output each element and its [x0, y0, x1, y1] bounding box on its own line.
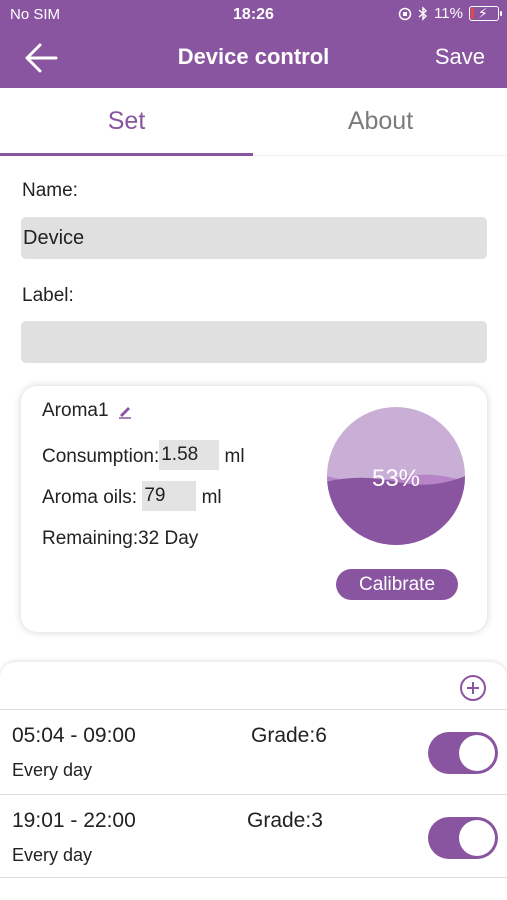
- bluetooth-icon: [418, 6, 428, 21]
- label-label: Label:: [22, 285, 74, 306]
- schedule-grade: Grade:6: [251, 724, 327, 747]
- consumption-input[interactable]: 1.58: [159, 440, 220, 470]
- navbar: Device control Save: [0, 30, 507, 86]
- tab-bar: Set About: [0, 88, 507, 156]
- tab-set[interactable]: Set: [0, 88, 253, 156]
- name-label: Name:: [22, 180, 78, 201]
- consumption-label: Consumption:: [42, 446, 160, 468]
- aroma-name: Aroma1: [42, 400, 109, 421]
- label-input[interactable]: [21, 321, 487, 363]
- oil-level-gauge: 53%: [327, 407, 465, 545]
- edit-pencil-icon[interactable]: [117, 403, 133, 419]
- remaining-label: Remaining:: [42, 528, 139, 549]
- schedule-toggle[interactable]: [428, 732, 498, 774]
- consumption-unit: ml: [224, 446, 245, 468]
- schedule-time: 05:04 - 09:00: [12, 724, 136, 747]
- schedule-card: 05:04 - 09:00 Grade:6 Every day 19:01 - …: [0, 662, 507, 900]
- oils-row: Aroma oils: 79 ml: [42, 481, 222, 511]
- tab-about[interactable]: About: [254, 88, 507, 156]
- battery-percent: 11%: [434, 5, 463, 22]
- add-schedule-icon[interactable]: [459, 674, 487, 702]
- page-title: Device control: [177, 44, 330, 69]
- gauge-percent: 53%: [372, 465, 420, 492]
- oils-input[interactable]: 79: [142, 481, 197, 511]
- orientation-lock-icon: [398, 7, 412, 20]
- schedule-repeat: Every day: [12, 760, 93, 780]
- schedule-row[interactable]: 19:01 - 22:00 Grade:3 Every day: [0, 794, 507, 878]
- status-right: 11% ⚡: [398, 5, 502, 22]
- name-input[interactable]: [21, 217, 487, 259]
- app-header: No SIM 18:26 11% ⚡ Device control Save: [0, 0, 507, 88]
- remaining-row: Remaining:32 Day: [42, 528, 198, 550]
- battery-icon: ⚡: [469, 5, 502, 21]
- schedule-toggle[interactable]: [428, 817, 498, 859]
- oils-unit: ml: [201, 487, 222, 509]
- aroma-title: Aroma1: [42, 400, 133, 422]
- remaining-value: 32 Day: [138, 528, 199, 549]
- status-bar: No SIM 18:26 11% ⚡: [0, 0, 507, 30]
- schedule-time: 19:01 - 22:00: [12, 809, 136, 832]
- save-button[interactable]: Save: [435, 44, 485, 70]
- calibrate-button[interactable]: Calibrate: [336, 569, 458, 600]
- schedule-repeat: Every day: [12, 845, 93, 865]
- consumption-row: Consumption: 1.58 ml: [42, 440, 245, 470]
- oils-label: Aroma oils:: [42, 487, 138, 509]
- schedule-grade: Grade:3: [247, 809, 323, 832]
- schedule-row[interactable]: 05:04 - 09:00 Grade:6 Every day: [0, 709, 507, 793]
- aroma-card: Aroma1 Consumption: 1.58 ml Aroma oils: 7…: [21, 386, 487, 632]
